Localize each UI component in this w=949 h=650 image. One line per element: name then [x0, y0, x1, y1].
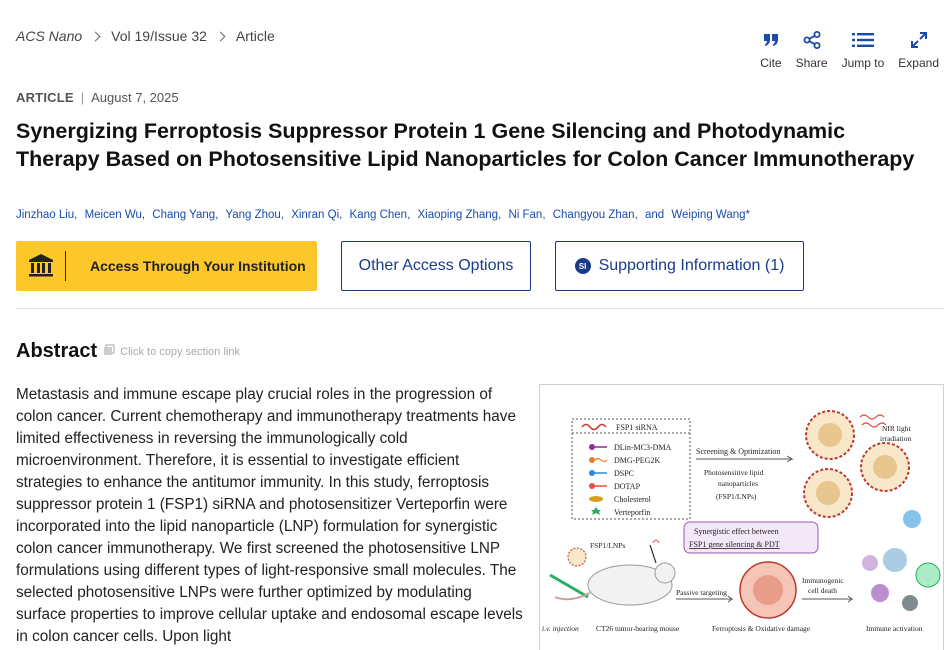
synergy-label-2: FSP1 gene silencing & PDT [689, 540, 780, 549]
expand-button[interactable]: Expand [898, 30, 939, 70]
cholesterol-icon [589, 496, 603, 502]
other-access-label: Other Access Options [358, 257, 514, 274]
copy-icon [103, 344, 115, 359]
abstract-text: Metastasis and immune escape play crucia… [16, 386, 523, 645]
graphical-abstract-drawing: FSP1 siRNA DLin-MC3-DMA DMG-PEG2K DSPC D… [542, 410, 941, 633]
chevron-right-icon [215, 31, 226, 41]
list-icon [851, 30, 874, 50]
share-button[interactable]: Share [796, 30, 828, 70]
author-link[interactable]: Jinzhao Liu, [16, 209, 77, 221]
abstract-header: Abstract Click to copy section link [16, 340, 240, 363]
ferroptosis-label: Ferroptosis & Oxidative damage [712, 624, 811, 633]
access-institution-label: Access Through Your Institution [90, 258, 306, 274]
other-access-button[interactable]: Other Access Options [341, 241, 531, 291]
supporting-info-button[interactable]: SI Supporting Information (1) [555, 241, 804, 291]
immune-label: Immune activation [866, 624, 923, 633]
nir-label-2: irradiation [880, 434, 911, 443]
legend-label: DOTAP [614, 482, 641, 491]
legend-label: Verteporfin [614, 508, 650, 517]
legend-label: FSP1 siRNA [616, 423, 658, 432]
legend-label: DSPC [614, 469, 634, 478]
author-link[interactable]: Xiaoping Zhang, [417, 209, 501, 221]
supporting-info-label: Supporting Information (1) [598, 257, 785, 274]
article-title: Synergizing Ferroptosis Suppressor Prote… [16, 119, 915, 171]
legend-items: DLin-MC3-DMA DMG-PEG2K DSPC DOTAP Choles… [589, 443, 672, 517]
article-type: ARTICLE [16, 90, 74, 105]
expand-icon [910, 30, 928, 50]
chevron-right-icon [90, 31, 101, 41]
author-link[interactable]: Xinran Qi, [291, 209, 342, 221]
legend-label: DMG-PEG2K [614, 456, 660, 465]
jump-to-label: Jump to [841, 56, 885, 70]
legend-label: DLin-MC3-DMA [614, 443, 672, 452]
share-icon [803, 30, 821, 50]
nir-label-1: NIR light [882, 424, 911, 433]
authors-and: and [644, 209, 665, 221]
mouse-label: CT26 tumor-bearing mouse [596, 624, 680, 633]
institution-icon [16, 251, 66, 281]
sirna-icon [581, 423, 607, 431]
share-label: Share [795, 56, 828, 70]
lipid-icon [589, 444, 595, 450]
breadcrumb-issue[interactable]: Vol 19/Issue 32 [111, 28, 207, 44]
jump-to-button[interactable]: Jump to [841, 30, 885, 70]
verteporfin-icon [591, 507, 601, 515]
access-institution-button[interactable]: Access Through Your Institution [16, 241, 317, 291]
author-list: Jinzhao Liu, Meicen Wu, Chang Yang, Yang… [16, 209, 754, 221]
dspc-icon [589, 470, 595, 476]
iv-label: i.v. injection [542, 624, 579, 633]
abstract-heading: Abstract [16, 340, 98, 362]
author-link[interactable]: Changyou Zhan, [553, 209, 638, 221]
author-link[interactable]: Chang Yang, [152, 209, 218, 221]
immunogenic-label-2: cell death [808, 586, 837, 595]
author-link[interactable]: Meicen Wu, [85, 209, 146, 221]
legend-label: Cholesterol [614, 495, 652, 504]
article-toolbar: Cite Share Jump to Expand [746, 30, 939, 70]
article-meta: ARTICLE | August 7, 2025 [16, 90, 179, 105]
lnp-desc-2: nanoparticles [718, 479, 758, 488]
quote-icon [763, 30, 779, 50]
breadcrumb-journal[interactable]: ACS Nano [16, 28, 82, 44]
access-options: Access Through Your Institution Other Ac… [16, 241, 804, 291]
expand-label: Expand [898, 56, 939, 70]
meta-separator: | [80, 90, 85, 105]
author-link[interactable]: Ni Fan, [508, 209, 545, 221]
copy-section-link-label: Click to copy section link [120, 345, 240, 358]
breadcrumb-section: Article [235, 28, 275, 44]
lnp-desc-1: Photosensitive lipid [704, 468, 764, 477]
author-link[interactable]: Yang Zhou, [225, 209, 284, 221]
dotap-icon [589, 483, 595, 489]
screening-label: Screening & Optimization [696, 447, 780, 456]
section-divider [16, 308, 944, 309]
lnp-desc-3: (FSP1/LNPs) [716, 492, 757, 501]
author-link[interactable]: Kang Chen, [350, 209, 411, 221]
graphical-abstract[interactable]: FSP1 siRNA DLin-MC3-DMA DMG-PEG2K DSPC D… [539, 384, 944, 650]
breadcrumb: ACS Nano Vol 19/Issue 32 Article [16, 28, 275, 44]
synergy-label-1: Synergistic effect between [694, 527, 779, 536]
peg-icon [589, 457, 595, 463]
fsp1-lnps-label: FSP1/LNPs [590, 541, 626, 550]
publication-date: August 7, 2025 [91, 90, 179, 105]
cite-button[interactable]: Cite [760, 30, 782, 70]
cite-label: Cite [760, 56, 782, 70]
supporting-info-icon: SI [574, 258, 591, 274]
immune-cells [862, 510, 941, 611]
passive-label: Passive targeting [676, 588, 727, 597]
corresponding-author-link[interactable]: Weiping Wang* [671, 209, 750, 221]
syringe-icon [549, 573, 589, 599]
copy-section-link[interactable]: Click to copy section link [103, 344, 240, 359]
immunogenic-label-1: Immunogenic [802, 576, 844, 585]
